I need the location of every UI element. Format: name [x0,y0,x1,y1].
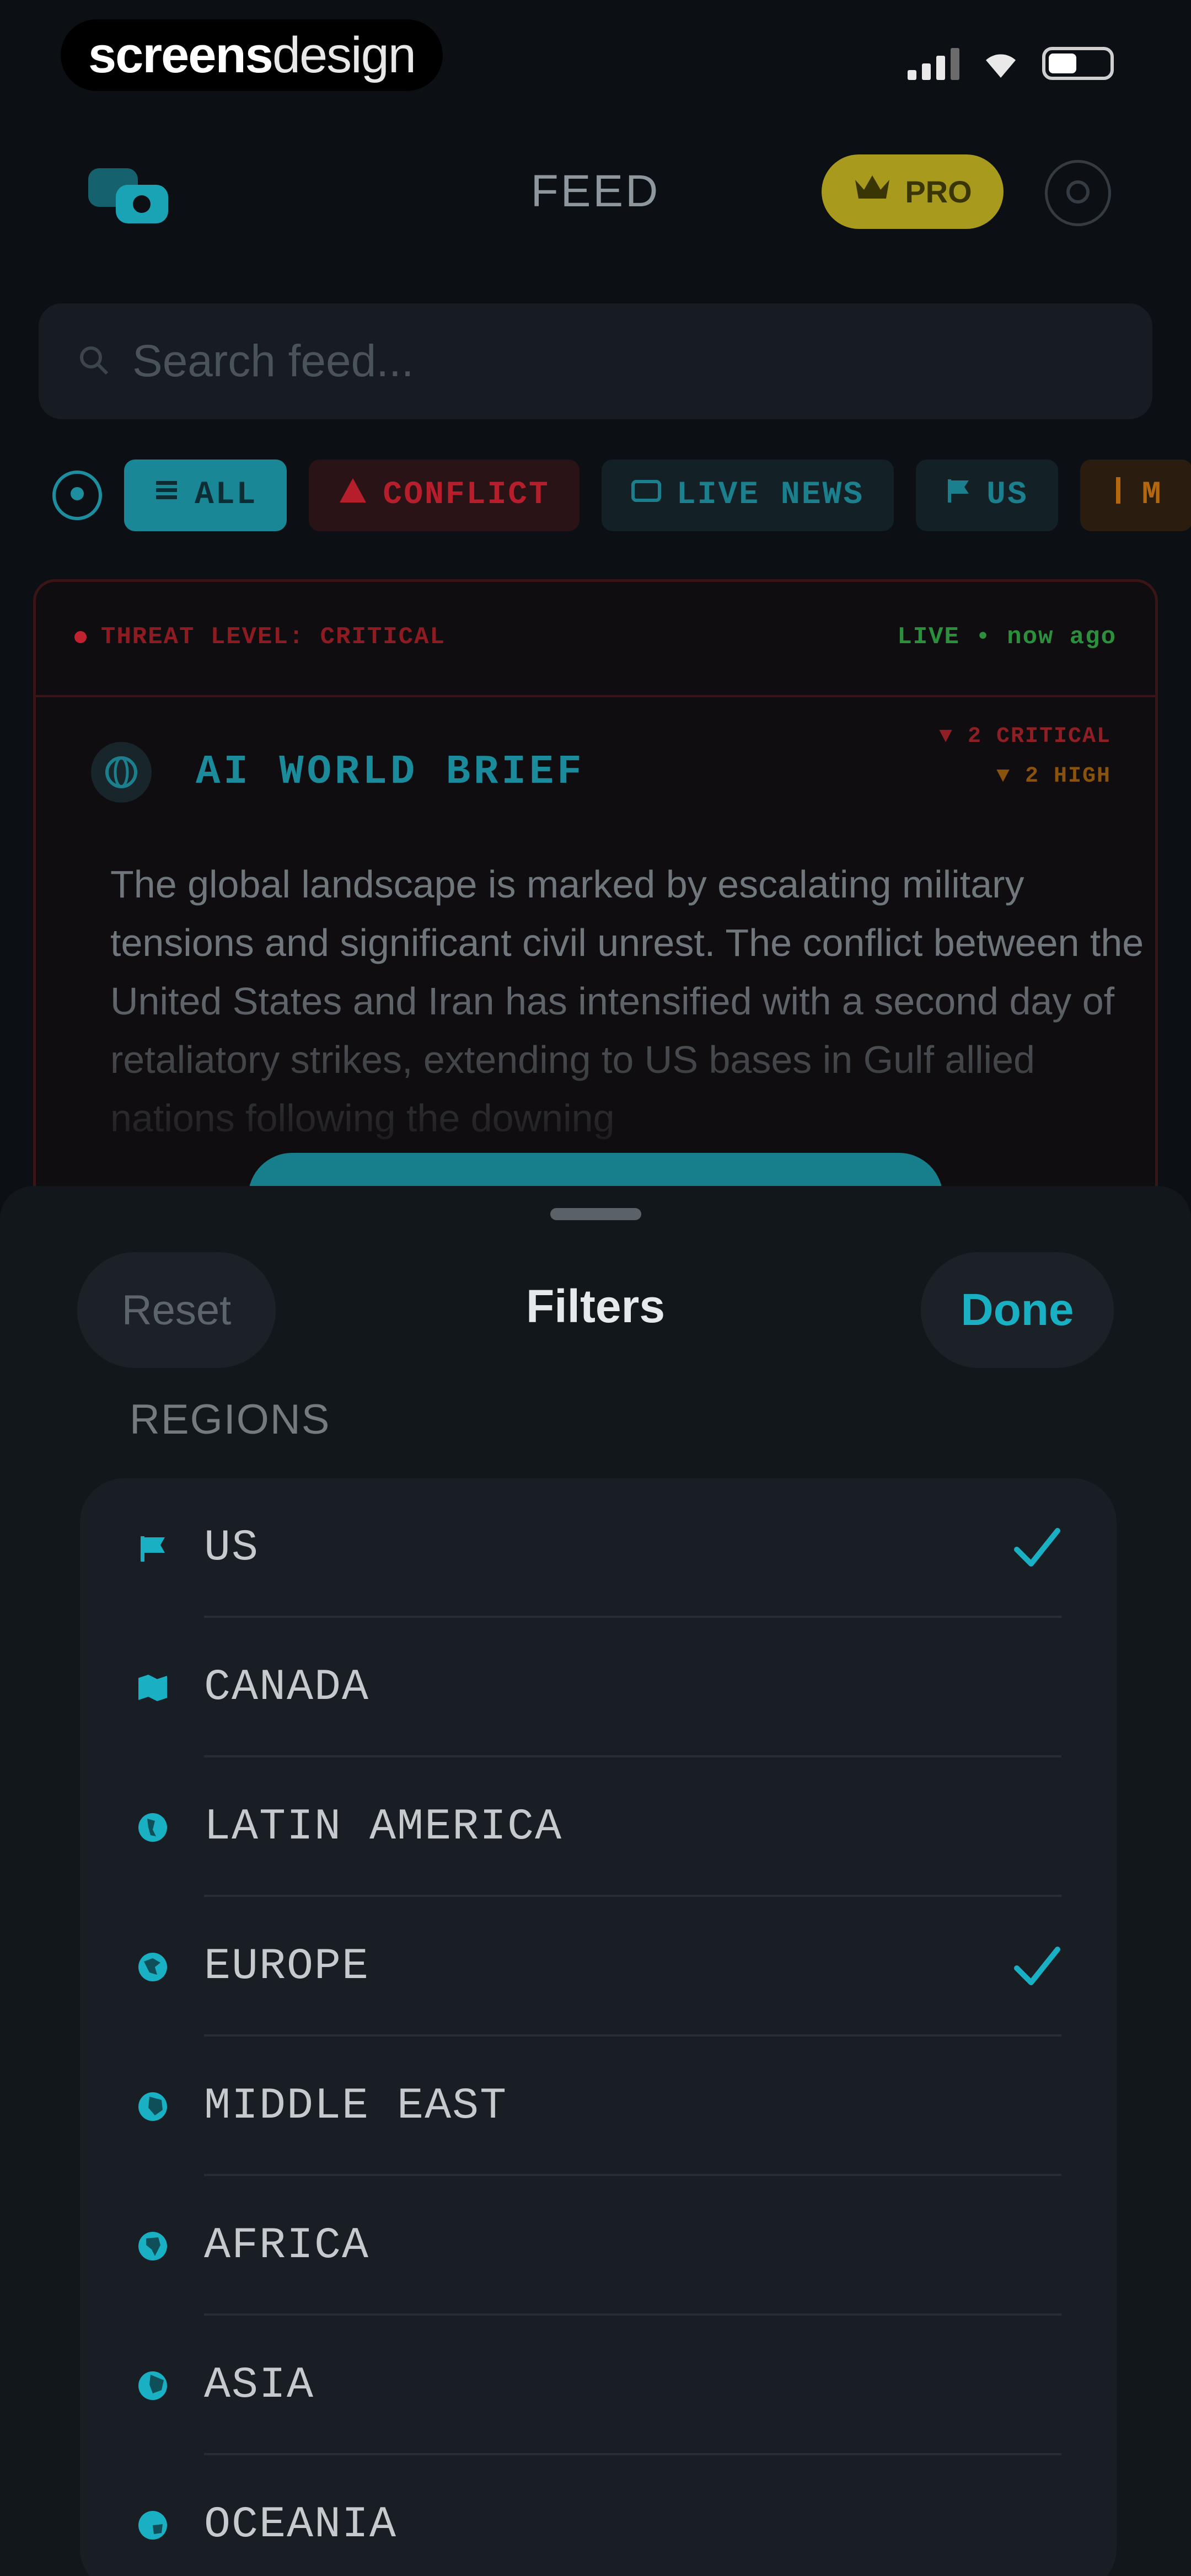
region-item-us[interactable]: US [80,1478,1117,1618]
region-label: CANADA [204,1663,370,1713]
status-bar: screens design [0,0,1191,105]
filter-icon [65,482,89,509]
crown-icon [853,173,892,210]
region-label: US [204,1523,260,1573]
tv-icon [631,477,661,514]
pro-button[interactable]: PRO [822,154,1004,229]
critical-count: ▼ 2 CRITICAL [938,724,1111,749]
chip-markets-label: M [1141,477,1163,513]
chip-us[interactable]: US [916,459,1058,531]
battery-icon [1042,47,1114,80]
flag-icon [135,1531,170,1566]
list-icon [154,477,179,513]
filter-toggle-button[interactable] [52,470,102,520]
sheet-grabber-handle[interactable] [550,1208,641,1220]
globe-americas-icon [135,1810,170,1845]
globe-asia-icon [135,2089,170,2124]
flag-icon [946,477,971,514]
chip-all[interactable]: ALL [124,459,287,531]
region-label: MIDDLE EAST [204,2081,508,2131]
chip-conflict-label: CONFLICT [383,477,550,513]
brief-divider [36,695,1155,697]
region-item-oceania[interactable]: OCEANIA [80,2455,1117,2576]
region-item-middle-east[interactable]: MIDDLE EAST [80,2037,1117,2176]
dollar-icon [1110,476,1126,515]
live-timestamp: LIVE • now ago [897,623,1117,651]
severity-counts: ▼ 2 CRITICAL ▼ 2 HIGH [939,717,1111,797]
globe-oceania-icon [135,2508,170,2543]
gear-icon [1061,175,1095,211]
watermark-logo: screens design [61,19,443,91]
cellular-signal-icon [908,47,959,80]
brief-title: AI WORLD BRIEF [196,749,585,795]
filters-sheet: Reset Filters Done REGIONS US CANADA LAT… [0,1186,1191,2576]
globe-africa-icon [135,2228,170,2264]
regions-section-label: REGIONS [130,1396,331,1443]
region-item-europe[interactable]: EUROPE [80,1897,1117,2037]
category-chips: ALL CONFLICT LIVE NEWS US M [52,458,1191,532]
region-label: LATIN AMERICA [204,1802,563,1852]
ai-world-brief-card[interactable]: THREAT LEVEL: CRITICAL LIVE • now ago AI… [33,579,1158,1208]
high-count: ▼ 2 HIGH [996,764,1111,789]
done-button[interactable]: Done [921,1252,1114,1368]
search-icon [77,344,110,380]
region-label: AFRICA [204,2221,370,2271]
globe-asia-icon [135,2368,170,2403]
chip-live-news[interactable]: LIVE NEWS [601,459,894,531]
page-title: FEED [530,166,661,216]
watermark-light: design [272,26,416,83]
brief-header: AI WORLD BRIEF [91,742,585,803]
regions-list: US CANADA LATIN AMERICA EUROPE MIDDLE EA… [80,1478,1117,2576]
region-item-asia[interactable]: ASIA [80,2316,1117,2455]
region-label: ASIA [204,2360,315,2411]
map-icon [135,1670,170,1706]
settings-button[interactable] [1045,160,1111,226]
chip-live-news-label: LIVE NEWS [676,477,865,513]
chip-all-label: ALL [195,477,257,513]
chip-us-label: US [986,477,1028,513]
region-label: OCEANIA [204,2500,398,2550]
region-label: EUROPE [204,1942,370,1992]
search-bar[interactable] [39,303,1152,419]
checkmark-icon [1009,1939,1064,1995]
pro-label: PRO [905,174,972,209]
region-item-africa[interactable]: AFRICA [80,2176,1117,2316]
checkmark-icon [1009,1521,1064,1576]
globe-icon [91,742,152,803]
search-input[interactable] [132,335,1070,387]
wifi-icon [981,47,1020,80]
globe-europe-icon [135,1949,170,1985]
region-item-canada[interactable]: CANADA [80,1618,1117,1757]
watermark-bold: screens [88,26,273,83]
chip-conflict[interactable]: CONFLICT [309,459,580,531]
threat-level-label: THREAT LEVEL: CRITICAL [101,623,446,651]
sheet-header: Reset Filters Done [0,1252,1191,1373]
region-item-latin-america[interactable]: LATIN AMERICA [80,1757,1117,1897]
screen: screens design FEED PRO Search feed... A… [0,0,1191,2576]
threat-level-row: THREAT LEVEL: CRITICAL LIVE • now ago [74,615,1117,659]
app-header: FEED PRO [0,143,1191,243]
threat-level: THREAT LEVEL: CRITICAL [74,623,446,651]
system-icons [908,47,1114,80]
alert-dot-icon [74,631,87,643]
warning-icon [339,477,367,514]
chip-markets[interactable]: M [1080,459,1191,531]
